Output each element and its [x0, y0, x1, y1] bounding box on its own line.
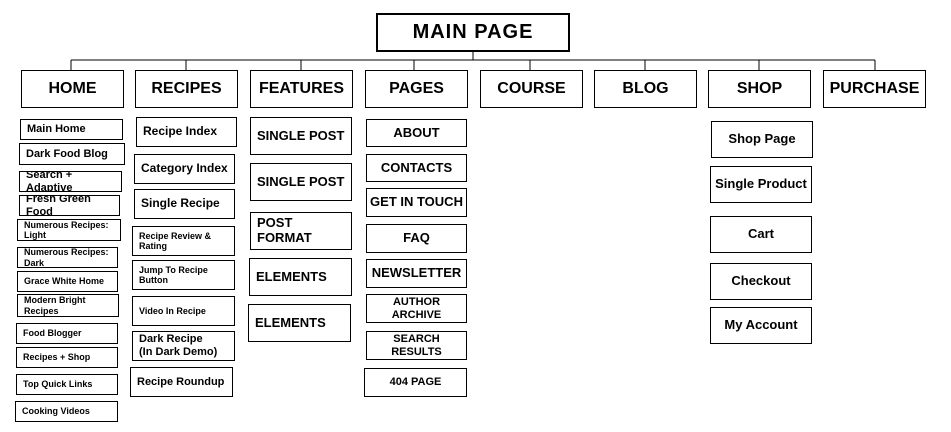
- home-node[interactable]: HOME: [21, 70, 124, 108]
- recipes-item-single-recipe[interactable]: Single Recipe: [134, 189, 235, 219]
- course-node[interactable]: COURSE: [480, 70, 583, 108]
- pages-item-search-results[interactable]: SEARCH RESULTS: [366, 331, 467, 360]
- blog-node[interactable]: BLOG: [594, 70, 697, 108]
- shop-item-checkout[interactable]: Checkout: [710, 263, 812, 300]
- home-item-cooking-videos[interactable]: Cooking Videos: [15, 401, 118, 422]
- site-map-diagram: MAIN PAGE HOME RECIPES FEATURES PAGES CO…: [0, 0, 951, 432]
- recipes-item-recipe-index[interactable]: Recipe Index: [136, 117, 237, 147]
- recipes-node[interactable]: RECIPES: [135, 70, 238, 108]
- home-item-top-quick-links[interactable]: Top Quick Links: [16, 374, 118, 395]
- purchase-node[interactable]: PURCHASE: [823, 70, 926, 108]
- home-item-recipes-shop[interactable]: Recipes + Shop: [16, 347, 118, 368]
- home-item-modern-bright-recipes[interactable]: Modern Bright Recipes: [17, 294, 119, 317]
- features-item-elements-2[interactable]: ELEMENTS: [248, 304, 351, 342]
- shop-item-single-product[interactable]: Single Product: [710, 166, 812, 203]
- shop-node[interactable]: SHOP: [708, 70, 811, 108]
- home-item-dark-food-blog[interactable]: Dark Food Blog: [19, 143, 125, 165]
- home-item-numerous-recipes-dark[interactable]: Numerous Recipes: Dark: [17, 247, 118, 268]
- pages-node[interactable]: PAGES: [365, 70, 468, 108]
- shop-item-shop-page[interactable]: Shop Page: [711, 121, 813, 158]
- home-item-fresh-green-food[interactable]: Fresh Green Food: [19, 195, 120, 216]
- recipes-item-video-in-recipe[interactable]: Video In Recipe: [132, 296, 235, 326]
- features-item-single-post-1[interactable]: SINGLE POST: [250, 117, 352, 155]
- pages-item-404-page[interactable]: 404 PAGE: [364, 368, 467, 397]
- home-item-search-adaptive[interactable]: Search + Adaptive: [19, 171, 122, 192]
- recipes-item-recipe-roundup[interactable]: Recipe Roundup: [130, 367, 233, 397]
- pages-item-author-archive[interactable]: AUTHOR ARCHIVE: [366, 294, 467, 323]
- home-item-numerous-recipes-light[interactable]: Numerous Recipes: Light: [17, 219, 121, 241]
- pages-item-about[interactable]: ABOUT: [366, 119, 467, 147]
- home-item-food-blogger[interactable]: Food Blogger: [16, 323, 118, 344]
- recipes-item-jump-to-recipe[interactable]: Jump To Recipe Button: [132, 260, 235, 290]
- pages-item-get-in-touch[interactable]: GET IN TOUCH: [366, 188, 467, 217]
- features-item-elements-1[interactable]: ELEMENTS: [249, 258, 352, 296]
- recipes-item-category-index[interactable]: Category Index: [134, 154, 235, 184]
- recipes-item-review-rating[interactable]: Recipe Review & Rating: [132, 226, 235, 256]
- features-node[interactable]: FEATURES: [250, 70, 353, 108]
- recipes-item-dark-recipe[interactable]: Dark Recipe (In Dark Demo): [132, 331, 235, 361]
- home-item-grace-white-home[interactable]: Grace White Home: [17, 271, 118, 292]
- home-item-main-home[interactable]: Main Home: [20, 119, 123, 140]
- features-item-post-format[interactable]: POST FORMAT: [250, 212, 352, 250]
- features-item-single-post-2[interactable]: SINGLE POST: [250, 163, 352, 201]
- shop-item-my-account[interactable]: My Account: [710, 307, 812, 344]
- pages-item-contacts[interactable]: CONTACTS: [366, 154, 467, 182]
- pages-item-faq[interactable]: FAQ: [366, 224, 467, 253]
- shop-item-cart[interactable]: Cart: [710, 216, 812, 253]
- pages-item-newsletter[interactable]: NEWSLETTER: [366, 259, 467, 288]
- main-page-node[interactable]: MAIN PAGE: [376, 13, 570, 52]
